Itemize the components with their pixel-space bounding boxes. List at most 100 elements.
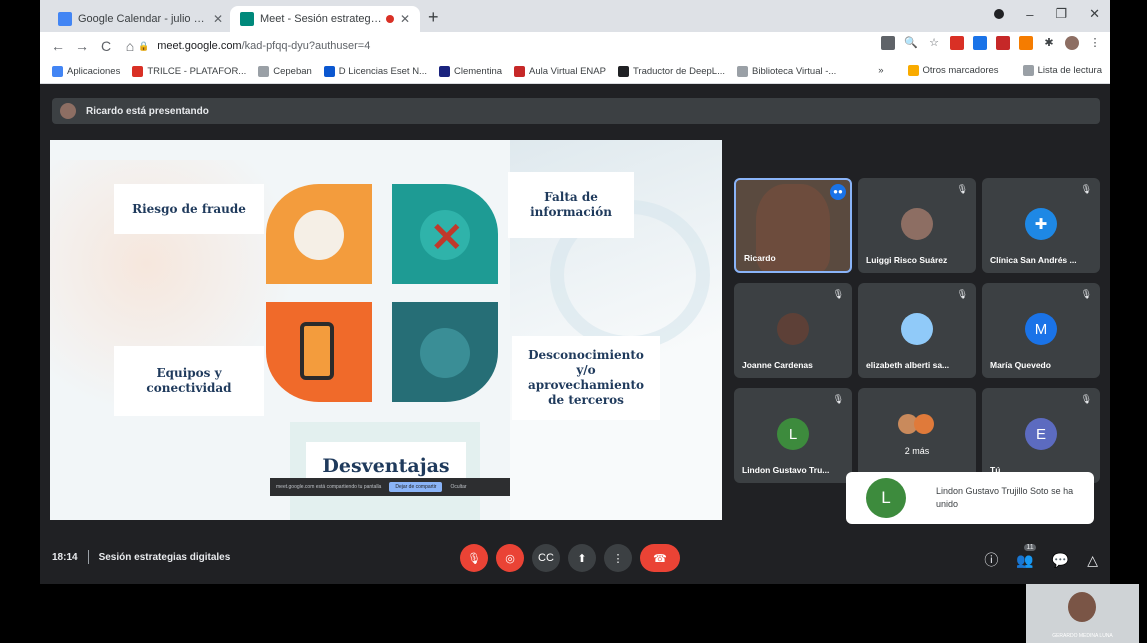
address-bar[interactable]: 🔒 meet.google.com/kad-pfqq-dyu?authuser=… <box>138 35 838 57</box>
bookmark-list: Aplicaciones TRILCE - PLATAFOR... Cepeban D… <box>40 66 836 77</box>
calendar-icon <box>58 12 72 26</box>
avatar: E <box>1025 418 1057 450</box>
slide-label-fraud: Riesgo de fraude <box>114 184 264 234</box>
star-icon[interactable]: ☆ <box>927 36 941 50</box>
cross-icon: ✕ <box>430 216 464 260</box>
meet-icon <box>240 12 254 26</box>
pdf-extension-icon[interactable] <box>950 36 964 50</box>
participant-name: Lindon Gustavo Tru... <box>742 465 830 475</box>
bookmark-item[interactable]: Cepeban <box>258 66 312 77</box>
window-controls: – ❐ ✕ <box>994 6 1100 22</box>
extensions-bar: 🔍 ☆ ✱ ⋮ <box>881 36 1102 50</box>
participant-name: Luiggi Risco Suárez <box>866 255 948 265</box>
bookmarks-right: » Otros marcadores Lista de lectura <box>878 65 1102 76</box>
extension-icon[interactable] <box>1019 36 1033 50</box>
more-participants-tile[interactable]: 2 más <box>858 388 976 483</box>
stop-sharing-button[interactable]: Dejar de compartir <box>389 482 443 492</box>
camera-icon[interactable] <box>881 36 895 50</box>
bookmark-item[interactable]: Traductor de DeepL... <box>617 66 725 77</box>
mic-toggle-button[interactable]: 🎙 <box>460 544 488 572</box>
participant-tile[interactable]: 🎙 Luiggi Risco Suárez <box>858 178 976 273</box>
more-participants-label: 2 más <box>904 446 930 456</box>
meeting-controls-bar: 18:14 Sesión estrategias digitales 🎙 ◎ C… <box>40 536 1110 584</box>
tab-meet[interactable]: Meet - Sesión estrategias di ✕ <box>230 6 420 32</box>
avatar <box>60 103 76 119</box>
maximize-button[interactable]: ❐ <box>1055 6 1067 22</box>
participant-tile[interactable]: 🎙 L Lindon Gustavo Tru... <box>734 388 852 483</box>
tab-title: Google Calendar - julio de 2021 <box>78 13 207 25</box>
self-name: GERARDO MEDINA LUNA <box>1052 633 1113 639</box>
call-controls: 🎙 ◎ CC ⬆ ⋮ ☎ <box>460 544 680 572</box>
bookmark-item[interactable]: Aula Virtual ENAP <box>514 66 606 77</box>
join-notification: L Lindon Gustavo Trujillo Soto se ha uni… <box>846 472 1094 524</box>
more-options-icon[interactable]: ●● <box>830 184 846 200</box>
tab-google-calendar[interactable]: Google Calendar - julio de 2021 ✕ <box>48 6 233 32</box>
slide-label-missing-info: Falta de información <box>508 172 634 238</box>
zoom-icon[interactable]: 🔍 <box>904 36 918 50</box>
bookmark-icon <box>438 66 450 77</box>
slide-label-devices: Equipos y conectividad <box>114 346 264 416</box>
minimize-button[interactable]: – <box>1026 7 1033 22</box>
reading-list[interactable]: Lista de lectura <box>1022 65 1102 76</box>
extension-icon[interactable] <box>973 36 987 50</box>
info-button[interactable]: ⓘ <box>984 550 998 570</box>
divider <box>87 550 89 564</box>
new-tab-button[interactable]: + <box>428 7 439 28</box>
bookmark-item[interactable]: Aplicaciones <box>52 66 120 77</box>
avatar: M <box>1025 313 1057 345</box>
avatar <box>777 313 809 345</box>
bookmark-icon <box>258 66 270 77</box>
bookmark-label: TRILCE - PLATAFOR... <box>147 66 247 77</box>
participant-tile[interactable]: 🎙 elizabeth alberti sa... <box>858 283 976 378</box>
participant-avatars <box>898 414 934 434</box>
other-bookmarks-label: Otros marcadores <box>922 65 999 76</box>
close-window-button[interactable]: ✕ <box>1089 6 1100 22</box>
self-tile[interactable]: 🎙 E Tú <box>982 388 1100 483</box>
avatar: L <box>866 478 906 518</box>
profile-icon[interactable] <box>994 9 1005 19</box>
bookmarks-more-button[interactable]: » <box>878 65 883 76</box>
other-bookmarks[interactable]: Otros marcadores <box>907 65 999 76</box>
forward-button[interactable]: → <box>70 38 94 54</box>
bookmark-item[interactable]: D Licencias Eset N... <box>323 66 427 77</box>
avatar <box>901 208 933 240</box>
meeting-time: 18:14 <box>52 551 78 563</box>
avatar[interactable] <box>1065 36 1079 50</box>
chat-button[interactable]: 💬 <box>1052 552 1069 569</box>
captions-button[interactable]: CC <box>532 544 560 572</box>
participant-tile[interactable]: 🎙 ✚ Clínica San Andrés ... <box>982 178 1100 273</box>
close-tab-icon[interactable]: ✕ <box>400 12 410 26</box>
url-path: /kad-pfqq-dyu?authuser=4 <box>241 40 371 52</box>
reading-list-label: Lista de lectura <box>1037 65 1102 76</box>
bookmark-item[interactable]: TRILCE - PLATAFOR... <box>132 66 246 77</box>
mail-extension-icon[interactable] <box>996 36 1010 50</box>
side-controls: ⓘ 👥 11 💬 △ <box>984 543 1098 570</box>
reload-button[interactable]: C <box>94 38 118 54</box>
bookmarks-bar: Aplicaciones TRILCE - PLATAFOR... Cepeban D… <box>40 60 1110 84</box>
participant-name: Clínica San Andrés ... <box>990 255 1077 265</box>
bookmark-icon <box>52 66 63 77</box>
participant-tile-ricardo[interactable]: ●● Ricardo <box>734 178 852 273</box>
people-button[interactable]: 👥 11 <box>1016 543 1036 569</box>
missing-info-icon: ✕ <box>420 210 470 260</box>
bookmark-item[interactable]: Biblioteca Virtual -... <box>737 66 836 77</box>
reading-list-icon <box>1022 65 1034 76</box>
bookmark-item[interactable]: Clementina <box>438 66 502 77</box>
present-button[interactable]: ⬆ <box>568 544 596 572</box>
more-options-button[interactable]: ⋮ <box>604 544 632 572</box>
browser-window: Google Calendar - julio de 2021 ✕ Meet -… <box>40 0 1110 584</box>
participant-tile[interactable]: 🎙 Joanne Cardenas <box>734 283 852 378</box>
activities-button[interactable]: △ <box>1087 552 1098 569</box>
menu-icon[interactable]: ⋮ <box>1088 36 1102 50</box>
hide-notice-button[interactable]: Ocultar <box>450 484 466 490</box>
participant-tile[interactable]: 🎙 M María Quevedo <box>982 283 1100 378</box>
puzzle-icon[interactable]: ✱ <box>1042 36 1056 50</box>
back-button[interactable]: ← <box>46 38 70 54</box>
mic-off-icon: 🎙 <box>832 289 844 299</box>
close-tab-icon[interactable]: ✕ <box>213 12 223 26</box>
leave-call-button[interactable]: ☎ <box>640 544 680 572</box>
camera-toggle-button[interactable]: ◎ <box>496 544 524 572</box>
fraud-icon <box>294 210 344 260</box>
self-video <box>1068 592 1096 622</box>
meeting-info: 18:14 Sesión estrategias digitales <box>52 550 230 564</box>
